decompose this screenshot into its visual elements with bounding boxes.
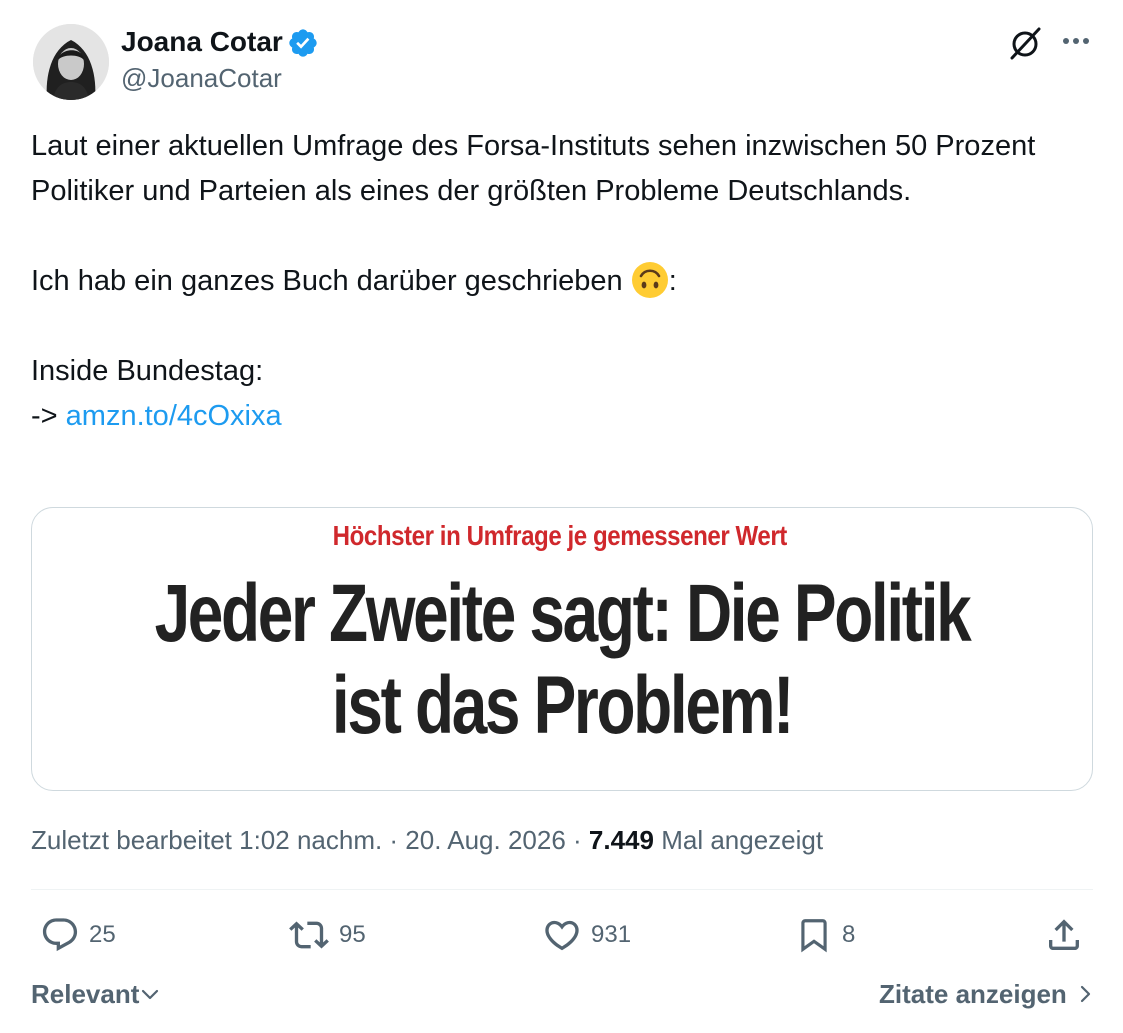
repost-button[interactable]: 95 xyxy=(288,914,366,956)
author-name[interactable]: Joana Cotar xyxy=(121,25,283,59)
media-kicker: Höchster in Umfrage je gemessener Wert xyxy=(332,520,788,551)
upside-down-face-emoji xyxy=(631,262,668,298)
tweet-paragraph: Laut einer aktuellen Umfrage des Forsa-I… xyxy=(31,130,1036,207)
tweet-paragraph: Inside Bundestag: xyxy=(31,355,264,387)
tweet-text-span: : xyxy=(668,265,677,297)
author-avatar[interactable] xyxy=(33,24,109,100)
reply-button[interactable]: 25 xyxy=(40,914,116,956)
like-count: 931 xyxy=(591,921,632,948)
share-button[interactable] xyxy=(1044,914,1084,956)
edited-timestamp[interactable]: Zuletzt bearbeitet 1:02 nachm. · 20. Aug… xyxy=(31,825,582,855)
tweet-text: Laut einer aktuellen Umfrage des Forsa-I… xyxy=(31,124,1093,439)
views-label: Mal angezeigt xyxy=(661,825,824,855)
media-headline-line: Jeder Zweite sagt: Die Politik xyxy=(154,568,972,659)
reply-count: 25 xyxy=(89,921,116,948)
chevron-right-icon xyxy=(1080,985,1090,1003)
share-upload-icon xyxy=(1049,919,1079,950)
repost-count: 95 xyxy=(339,921,366,948)
like-button[interactable]: 931 xyxy=(542,914,631,956)
media-image[interactable]: Höchster in Umfrage je gemessener Wert J… xyxy=(31,507,1093,791)
bookmark-icon xyxy=(801,919,827,953)
more-dots-icon[interactable] xyxy=(1058,26,1094,56)
bookmark-button[interactable]: 8 xyxy=(795,914,855,956)
amazon-link[interactable]: amzn.to/4cOxixa xyxy=(66,400,282,432)
repost-icon xyxy=(289,921,329,949)
author-handle[interactable]: @JoanaCotar xyxy=(121,62,282,94)
view-quotes-link[interactable]: Zitate anzeigen xyxy=(879,977,1097,1011)
grok-icon[interactable] xyxy=(1006,24,1044,62)
verified-badge-icon xyxy=(289,29,317,57)
media-headline-line: ist das Problem! xyxy=(331,660,795,751)
sort-label: Relevant xyxy=(31,979,140,1009)
chevron-down-icon xyxy=(142,989,159,1000)
quotes-label: Zitate anzeigen xyxy=(879,979,1067,1009)
bookmark-count: 8 xyxy=(842,921,856,948)
arrow-text: -> xyxy=(31,400,58,432)
views-count: 7.449 xyxy=(588,825,654,855)
tweet-paragraph: -> amzn.to/4cOxixa xyxy=(31,394,1093,439)
tweet-paragraph: Ich hab ein ganzes Buch darüber geschrie… xyxy=(31,259,1093,304)
sort-replies-dropdown[interactable]: Relevant xyxy=(31,977,161,1011)
heart-icon xyxy=(545,920,579,951)
reply-bubble-icon xyxy=(42,918,78,952)
divider xyxy=(31,889,1093,890)
tweet-meta: Zuletzt bearbeitet 1:02 nachm. · 20. Aug… xyxy=(31,822,823,858)
media-headline: Jeder Zweite sagt: Die Politik ist das P… xyxy=(149,568,976,752)
tweet-text-span: Ich hab ein ganzes Buch darüber geschrie… xyxy=(31,265,623,297)
